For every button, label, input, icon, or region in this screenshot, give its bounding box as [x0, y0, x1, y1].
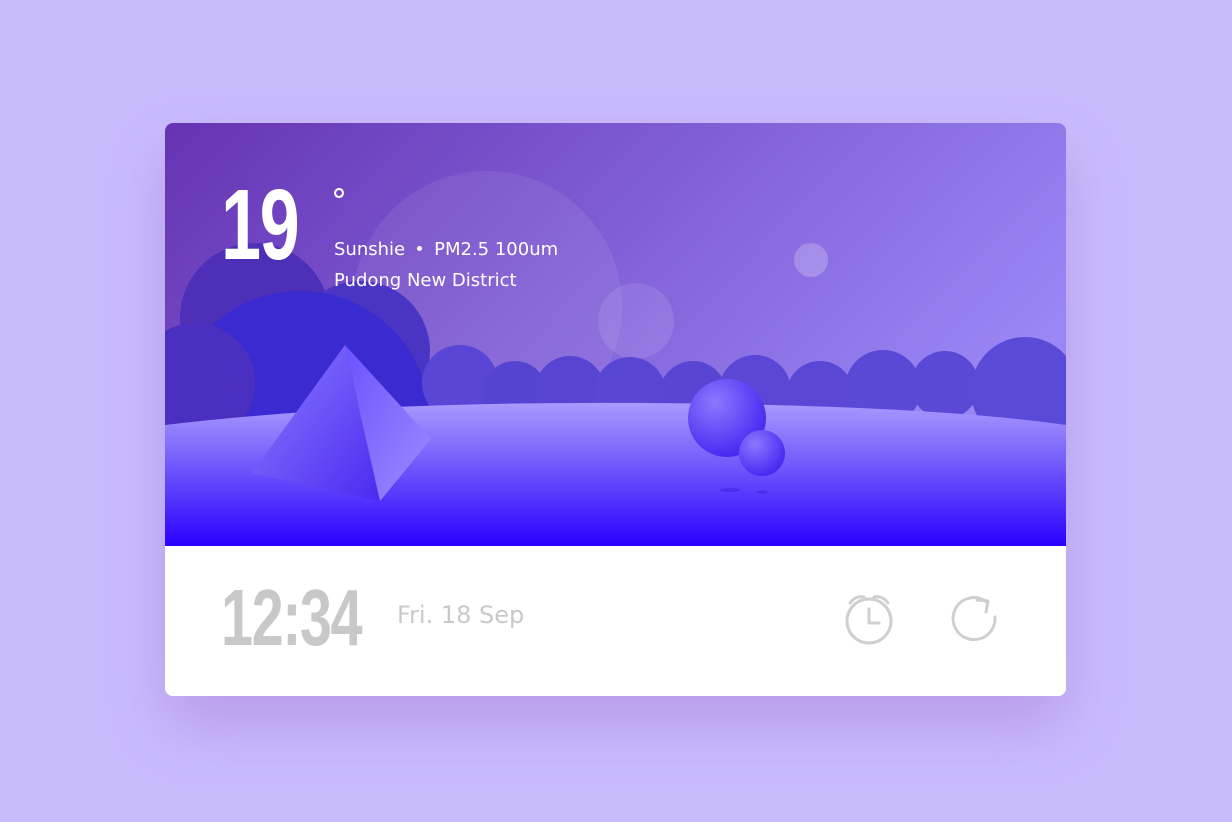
- weather-conditions: Sunshie PM2.5 100um: [334, 239, 558, 260]
- date-text: Fri. 18 Sep: [397, 601, 525, 629]
- refresh-button[interactable]: [949, 592, 1003, 646]
- refresh-icon: [951, 596, 997, 642]
- degree-symbol: °: [331, 182, 347, 220]
- alarm-clock-icon: [845, 595, 893, 645]
- location-text: Pudong New District: [334, 270, 517, 291]
- time-panel: 12:34 Fri. 18 Sep: [165, 546, 1066, 696]
- condition-text: Sunshie: [334, 239, 406, 260]
- air-quality-text: PM2.5 100um: [434, 239, 559, 260]
- alarm-button[interactable]: [842, 592, 896, 646]
- clock-time: 12:34: [221, 573, 363, 662]
- temperature-value: 19: [221, 169, 300, 281]
- landscape-illustration: [165, 123, 1066, 546]
- weather-scene: 19 ° Sunshie PM2.5 100um Pudong New Distr…: [165, 123, 1066, 546]
- weather-card: 19 ° Sunshie PM2.5 100um Pudong New Distr…: [165, 123, 1066, 696]
- separator-dot: [417, 245, 423, 251]
